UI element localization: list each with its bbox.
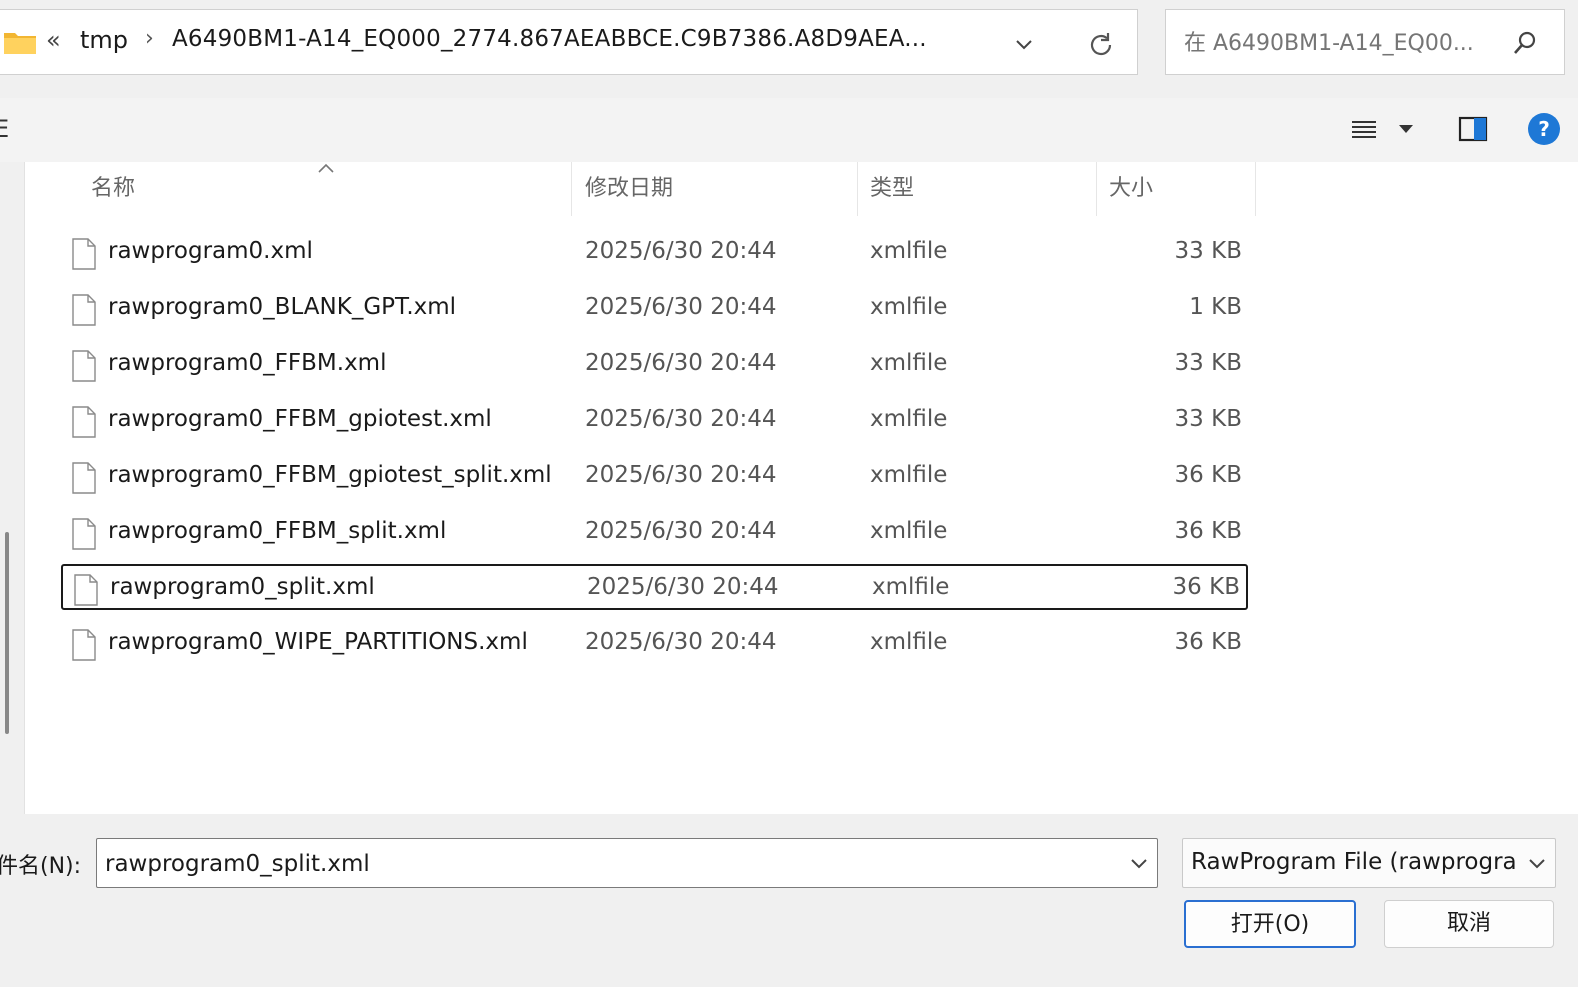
folder-icon bbox=[4, 33, 36, 54]
filename-combobox[interactable] bbox=[96, 838, 1158, 888]
file-type: xmlfile bbox=[872, 574, 950, 600]
column-separator[interactable] bbox=[1096, 162, 1097, 216]
file-name: rawprogram0_FFBM.xml bbox=[108, 350, 387, 376]
refresh-icon[interactable] bbox=[1086, 30, 1116, 60]
file-icon bbox=[72, 462, 96, 494]
file-date: 2025/6/30 20:44 bbox=[585, 406, 777, 432]
breadcrumb-separator[interactable]: › bbox=[145, 26, 154, 51]
file-type: xmlfile bbox=[870, 238, 948, 264]
filetype-select[interactable]: RawProgram File (rawprogra bbox=[1182, 838, 1556, 888]
search-icon[interactable] bbox=[1512, 30, 1538, 56]
file-name: rawprogram0_FFBM_split.xml bbox=[108, 518, 447, 544]
navigation-pane-edge bbox=[0, 162, 24, 814]
file-size: 36 KB bbox=[1172, 574, 1240, 600]
file-icon bbox=[72, 238, 96, 270]
file-icon bbox=[72, 294, 96, 326]
file-row[interactable]: rawprogram0_FFBM_split.xml 2025/6/30 20:… bbox=[61, 510, 1248, 556]
navigation-scrollbar[interactable] bbox=[5, 532, 9, 734]
open-button[interactable]: 打开(O) bbox=[1184, 900, 1356, 948]
column-header-name[interactable]: 名称 bbox=[91, 162, 135, 216]
chevron-down-icon[interactable] bbox=[1526, 854, 1548, 874]
file-size: 36 KB bbox=[1174, 518, 1242, 544]
file-size: 33 KB bbox=[1174, 350, 1242, 376]
file-size: 33 KB bbox=[1174, 238, 1242, 264]
file-name: rawprogram0_BLANK_GPT.xml bbox=[108, 294, 457, 320]
file-type: xmlfile bbox=[870, 406, 948, 432]
file-date: 2025/6/30 20:44 bbox=[587, 574, 779, 600]
file-name: rawprogram0_split.xml bbox=[110, 574, 375, 600]
column-separator[interactable] bbox=[571, 162, 572, 216]
command-toolbar bbox=[0, 98, 1578, 163]
file-name: rawprogram0_FFBM_gpiotest.xml bbox=[108, 406, 492, 432]
file-type: xmlfile bbox=[870, 294, 948, 320]
column-header-size[interactable]: 大小 bbox=[1109, 162, 1153, 216]
file-size: 1 KB bbox=[1189, 294, 1242, 320]
file-list: 名称 修改日期 类型 大小 rawprogram0.xml 2025/6/30 … bbox=[24, 162, 1578, 814]
search-input[interactable] bbox=[1182, 24, 1506, 62]
file-type: xmlfile bbox=[870, 518, 948, 544]
file-date: 2025/6/30 20:44 bbox=[585, 462, 777, 488]
column-separator[interactable] bbox=[1255, 162, 1256, 216]
file-icon bbox=[74, 574, 98, 606]
file-date: 2025/6/30 20:44 bbox=[585, 294, 777, 320]
filetype-value: RawProgram File (rawprogra bbox=[1191, 849, 1517, 875]
file-type: xmlfile bbox=[870, 350, 948, 376]
file-row[interactable]: rawprogram0_BLANK_GPT.xml 2025/6/30 20:4… bbox=[61, 286, 1248, 332]
file-row-selected[interactable]: rawprogram0_split.xml 2025/6/30 20:44 xm… bbox=[61, 564, 1248, 610]
file-size: 36 KB bbox=[1174, 462, 1242, 488]
filename-input[interactable] bbox=[103, 845, 1117, 883]
file-date: 2025/6/30 20:44 bbox=[585, 238, 777, 264]
file-icon bbox=[72, 350, 96, 382]
file-date: 2025/6/30 20:44 bbox=[585, 518, 777, 544]
file-name: rawprogram0_FFBM_gpiotest_split.xml bbox=[108, 462, 552, 488]
file-icon bbox=[72, 406, 96, 438]
file-type: xmlfile bbox=[870, 629, 948, 655]
toolbar-cut-off-item[interactable]: E bbox=[0, 115, 9, 143]
cancel-button[interactable]: 取消 bbox=[1384, 900, 1554, 948]
caret-down-icon[interactable] bbox=[1396, 122, 1416, 136]
file-date: 2025/6/30 20:44 bbox=[585, 629, 777, 655]
file-type: xmlfile bbox=[870, 462, 948, 488]
preview-pane-icon[interactable] bbox=[1458, 115, 1488, 143]
filename-label: 件名(N): bbox=[0, 854, 82, 879]
breadcrumb-tmp[interactable]: tmp bbox=[80, 26, 128, 54]
list-view-icon[interactable] bbox=[1350, 118, 1378, 142]
file-name: rawprogram0.xml bbox=[108, 238, 313, 264]
column-header-date[interactable]: 修改日期 bbox=[585, 162, 673, 216]
file-row[interactable]: rawprogram0.xml 2025/6/30 20:44 xmlfile … bbox=[61, 230, 1248, 276]
breadcrumb-overflow[interactable]: « bbox=[46, 26, 61, 54]
column-header-type[interactable]: 类型 bbox=[870, 162, 914, 216]
file-row[interactable]: rawprogram0_FFBM_gpiotest_split.xml 2025… bbox=[61, 454, 1248, 500]
search-box[interactable] bbox=[1165, 9, 1565, 75]
breadcrumb-current-folder[interactable]: A6490BM1-A14_EQ000_2774.867AEABBCE.C9B73… bbox=[172, 26, 927, 52]
chevron-down-icon[interactable] bbox=[1128, 854, 1150, 874]
file-size: 36 KB bbox=[1174, 629, 1242, 655]
chevron-down-icon[interactable] bbox=[1012, 32, 1036, 56]
file-row[interactable]: rawprogram0_FFBM_gpiotest.xml 2025/6/30 … bbox=[61, 398, 1248, 444]
file-row[interactable]: rawprogram0_FFBM.xml 2025/6/30 20:44 xml… bbox=[61, 342, 1248, 388]
column-separator[interactable] bbox=[857, 162, 858, 216]
help-icon[interactable]: ? bbox=[1528, 113, 1560, 145]
file-size: 33 KB bbox=[1174, 406, 1242, 432]
file-row[interactable]: rawprogram0_WIPE_PARTITIONS.xml 2025/6/3… bbox=[61, 621, 1248, 667]
file-icon bbox=[72, 518, 96, 550]
file-name: rawprogram0_WIPE_PARTITIONS.xml bbox=[108, 629, 528, 655]
sort-ascending-icon bbox=[318, 163, 334, 173]
file-icon bbox=[72, 629, 96, 661]
file-date: 2025/6/30 20:44 bbox=[585, 350, 777, 376]
